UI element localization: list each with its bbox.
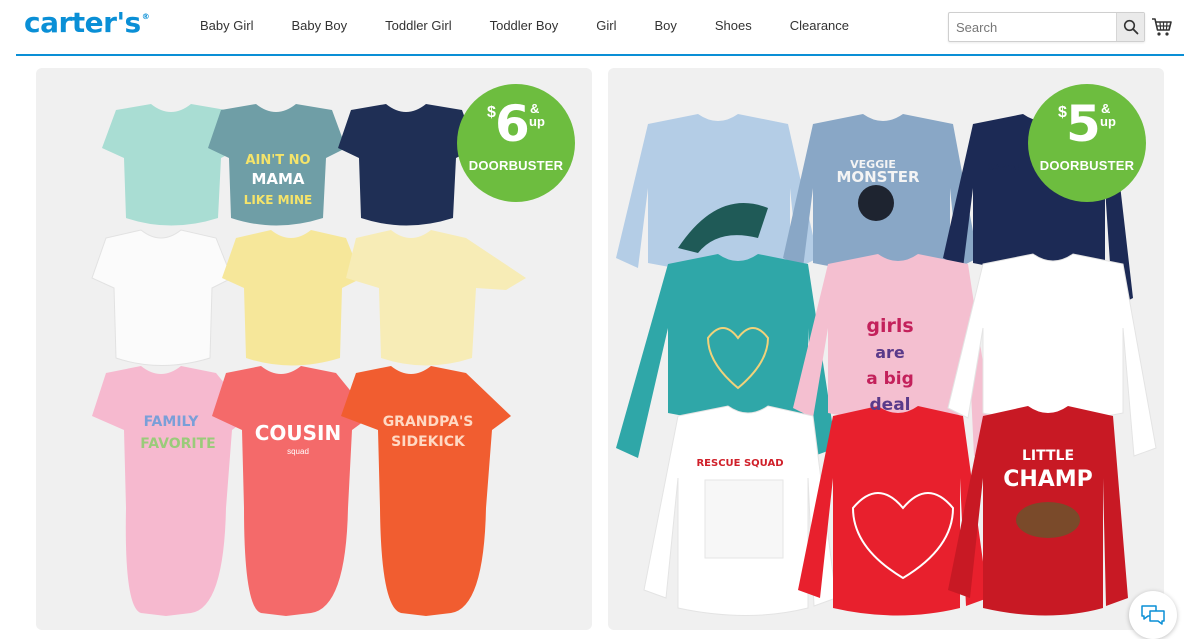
site-header: carter's® Baby Girl Baby Boy Toddler Gir… [0,0,1200,56]
cart-icon [1152,18,1172,36]
print-text: COUSIN [255,421,342,445]
badge-price: $ 5 & up [1028,98,1146,150]
print-text: MONSTER [836,168,920,186]
nav-item-baby-boy[interactable]: Baby Boy [291,18,347,38]
print-text: SIDEKICK [391,434,466,450]
logo-registered-mark: ® [141,12,150,21]
badge-up: up [1100,114,1116,129]
nav-item-shoes[interactable]: Shoes [715,18,752,38]
print-text: LITTLE [1022,448,1074,464]
nav-item-toddler-boy[interactable]: Toddler Boy [490,18,559,38]
header-divider [16,54,1184,56]
badge-price-value: 6 [495,95,530,153]
nav-item-toddler-girl[interactable]: Toddler Girl [385,18,451,38]
nav-item-boy[interactable]: Boy [654,18,676,38]
cart-button[interactable] [1151,16,1173,38]
print-text: LIKE MINE [244,193,312,207]
print-text: a big [866,369,914,389]
chat-icon [1141,605,1165,625]
badge-price: $ 6 & up [457,98,575,150]
main-nav: Baby Girl Baby Boy Toddler Girl Toddler … [200,18,887,38]
search-input[interactable] [949,13,1117,41]
search-button[interactable] [1116,13,1144,41]
print-text: AIN'T NO [245,153,310,168]
logo-text: carter's [24,6,141,39]
search-icon [1123,19,1138,35]
badge-label: DOORBUSTER [1039,158,1135,173]
badge-price-value: 5 [1066,95,1101,153]
nav-item-baby-girl[interactable]: Baby Girl [200,18,253,38]
nav-item-clearance[interactable]: Clearance [790,18,849,38]
carters-logo[interactable]: carter's® [24,6,150,39]
print-text: deal [870,395,911,415]
doorbuster-badge: $ 5 & up DOORBUSTER [1028,84,1146,202]
print-text: RAWR! [986,163,1020,173]
print-text: FAMILY [144,414,200,430]
print-text: girls [866,315,913,337]
promo-card-long-sleeve-tees[interactable]: VEGGIE MONSTER RAWR! girls are a big dea… [608,68,1164,630]
print-text: are [875,343,905,362]
print-text: GRANDPA'S [383,414,474,430]
badge-up: up [529,114,545,129]
doorbuster-badge: $ 6 & up DOORBUSTER [457,84,575,202]
nav-item-girl[interactable]: Girl [596,18,616,38]
print-text: CHAMP [1003,467,1093,492]
chat-button[interactable] [1129,591,1177,639]
search-box [948,12,1145,42]
badge-label: DOORBUSTER [468,158,564,173]
print-text: RESCUE SQUAD [696,458,783,469]
print-text: squad [287,447,309,456]
print-text: FAVORITE [140,436,215,452]
print-text: MAMA [251,170,304,188]
promo-card-bodysuits[interactable]: AIN'T NO MAMA LIKE MINE FAMILY FAVORITE … [36,68,592,630]
